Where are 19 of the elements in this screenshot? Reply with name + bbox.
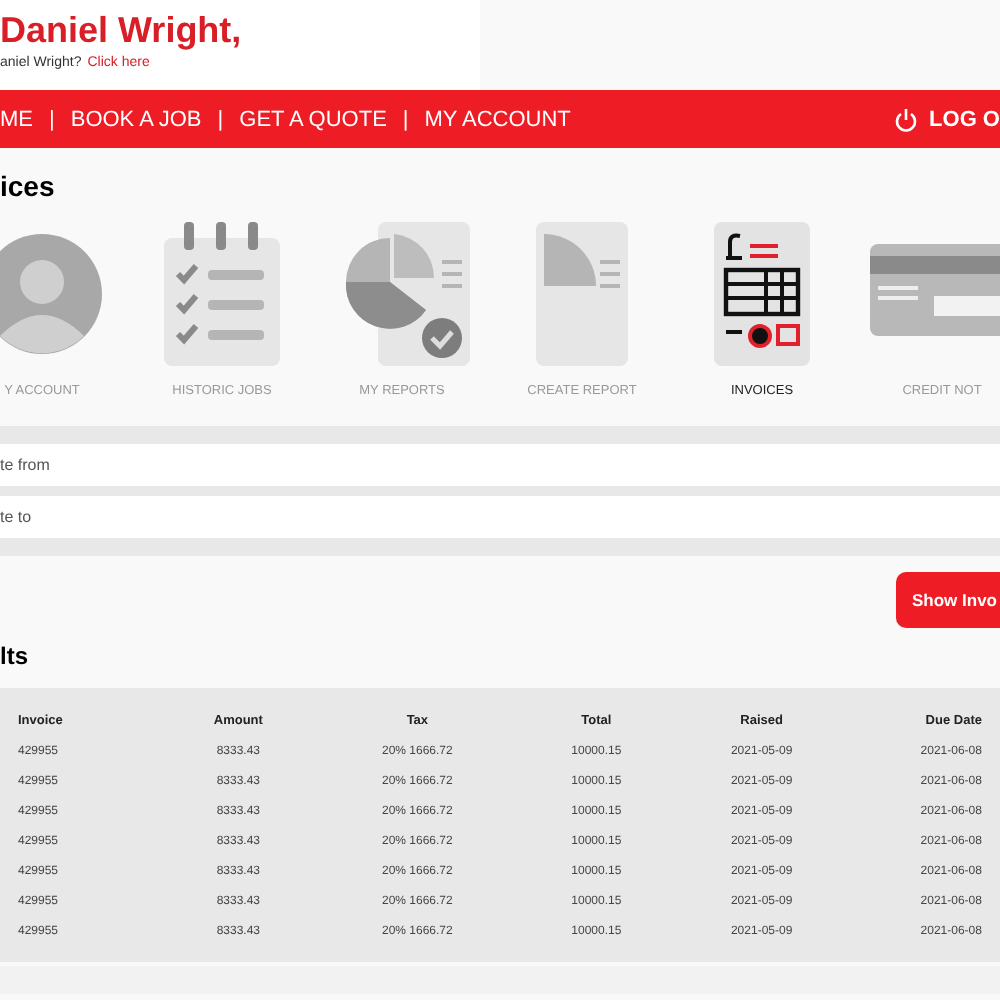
- nav-link[interactable]: MY ACCOUNT: [424, 107, 587, 131]
- section-title: ices: [0, 168, 57, 204]
- nav-link[interactable]: GET A QUOTE: [239, 107, 403, 131]
- date-field[interactable]: te from: [0, 444, 1000, 486]
- nav-separator: |: [49, 107, 57, 131]
- results-title: lts: [0, 640, 31, 672]
- checklist-icon: [164, 222, 280, 366]
- logout-button[interactable]: LOG O: [893, 107, 1000, 131]
- user-avatar-icon: [0, 234, 102, 354]
- nav-link[interactable]: ME: [0, 107, 49, 131]
- nav-separator: |: [402, 107, 411, 131]
- nav-separator: |: [217, 107, 226, 131]
- date-field[interactable]: te to: [0, 496, 1000, 538]
- greeting-title: Daniel Wright,: [0, 8, 244, 52]
- power-icon: [893, 107, 918, 131]
- show-invoices-button[interactable]: Show Invo: [896, 572, 1000, 628]
- invoice-icon: [714, 222, 810, 366]
- nav-link[interactable]: BOOK A JOB: [70, 107, 218, 131]
- report-page-icon: [536, 222, 628, 366]
